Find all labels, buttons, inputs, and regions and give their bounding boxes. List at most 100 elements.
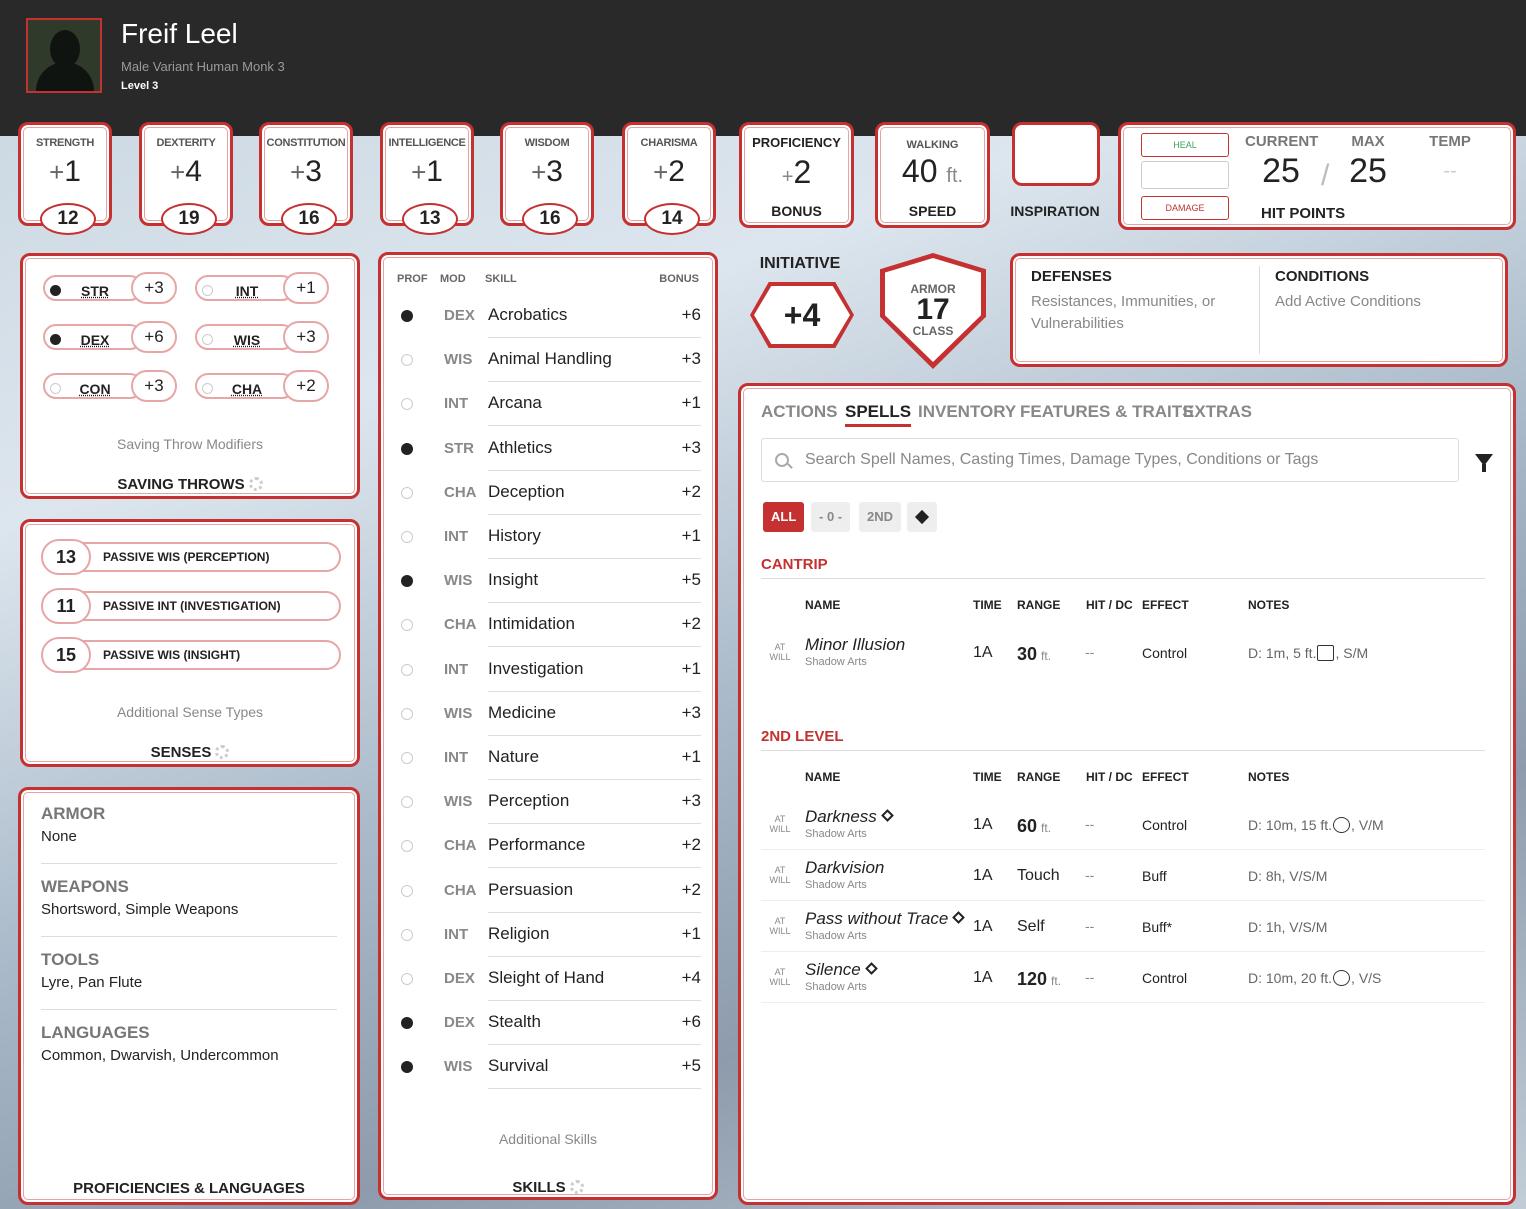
armor-class-shield[interactable]: ARMOR 17 CLASS xyxy=(880,253,986,369)
tab-extras[interactable]: EXTRAS xyxy=(1183,402,1252,422)
character-name[interactable]: Freif Leel xyxy=(121,18,238,50)
passive-sense-row[interactable]: 13 PASSIVE WIS (PERCEPTION) xyxy=(41,539,341,575)
filter-concentration[interactable] xyxy=(907,502,937,532)
proficiency-heading: WEAPONS xyxy=(41,877,129,896)
skill-ability: CHA xyxy=(444,837,477,855)
damage-button[interactable]: DAMAGE xyxy=(1141,196,1229,220)
skill-row[interactable]: CHA Persuasion +2 xyxy=(401,869,701,913)
saving-throw-str[interactable]: STR +3 xyxy=(43,272,177,304)
spell-name[interactable]: Silence xyxy=(805,960,878,980)
ability-modifier-value: 1 xyxy=(64,155,81,188)
skill-row[interactable]: CHA Intimidation +2 xyxy=(401,603,701,648)
skill-row[interactable]: WIS Perception +3 xyxy=(401,780,701,825)
spell-row[interactable]: AT WILL Minor Illusion Shadow Arts 1A 30 ft. --… xyxy=(761,628,1485,678)
ability-modifier: +2 xyxy=(625,155,713,189)
hp-adjust-input[interactable] xyxy=(1141,161,1229,189)
skill-row[interactable]: INT Religion +1 xyxy=(401,913,701,957)
spell-row[interactable]: AT WILL Pass without Trace Shadow Arts 1A Sel… xyxy=(761,902,1485,952)
passive-sense-row[interactable]: 15 PASSIVE WIS (INSIGHT) xyxy=(41,637,341,673)
saving-throw-cha[interactable]: CHA +2 xyxy=(195,370,329,402)
ability-dexterity[interactable]: DEXTERITY +4 19 xyxy=(139,122,233,235)
skill-row[interactable]: WIS Medicine +3 xyxy=(401,692,701,736)
proficiency-section-weapons[interactable]: WEAPONS Shortsword, Simple Weapons xyxy=(41,877,337,937)
saving-throws-title[interactable]: SAVING THROWS xyxy=(23,476,357,493)
ability-intelligence[interactable]: INTELLIGENCE +1 13 xyxy=(380,122,474,235)
filter-cantrip[interactable]: - 0 - xyxy=(811,502,851,532)
skill-row[interactable]: INT Arcana +1 xyxy=(401,382,701,427)
ability-wisdom[interactable]: WISDOM +3 16 xyxy=(500,122,594,235)
spell-row[interactable]: AT WILL Darkness Shadow Arts 1A 60 ft. -- Contro… xyxy=(761,800,1485,850)
proficiency-text: Common, Dwarvish, Undercommon xyxy=(41,1047,279,1064)
gear-icon[interactable] xyxy=(215,745,230,759)
spell-row[interactable]: AT WILL Darkvision Shadow Arts 1A Touch -- Buff… xyxy=(761,851,1485,901)
saving-throw-dex[interactable]: DEX +6 xyxy=(43,321,177,353)
skill-row[interactable]: WIS Survival +5 xyxy=(401,1045,701,1090)
tab-inventory[interactable]: INVENTORY xyxy=(918,402,1016,422)
spell-row[interactable]: AT WILL Silence Shadow Arts 1A 120 ft. -- Contro… xyxy=(761,953,1485,1003)
filter-all[interactable]: ALL xyxy=(763,502,805,532)
proficiencies-title[interactable]: PROFICIENCIES & LANGUAGES xyxy=(21,1180,357,1197)
skill-ability: WIS xyxy=(444,793,473,811)
ability-score[interactable]: 16 xyxy=(522,203,578,235)
proficiency-section-languages[interactable]: LANGUAGES Common, Dwarvish, Undercommon xyxy=(41,1023,337,1083)
skill-row[interactable]: INT Investigation +1 xyxy=(401,648,701,692)
ability-label: CHARISMA xyxy=(640,137,698,149)
saving-throw-con[interactable]: CON +3 xyxy=(43,370,177,402)
spell-name[interactable]: Minor Illusion xyxy=(805,635,905,655)
ability-score[interactable]: 19 xyxy=(161,203,217,235)
skill-row[interactable]: WIS Animal Handling +3 xyxy=(401,338,701,383)
skill-row[interactable]: STR Athletics +3 xyxy=(401,427,701,471)
spell-name[interactable]: Darkvision xyxy=(805,858,884,878)
senses-title[interactable]: SENSES xyxy=(23,744,357,761)
skill-bonus: +1 xyxy=(681,923,701,943)
skill-row[interactable]: CHA Performance +2 xyxy=(401,824,701,869)
tab-features-traits[interactable]: FEATURES & TRAITS xyxy=(1020,402,1193,422)
current-hp-value[interactable]: 25 xyxy=(1245,152,1317,191)
spell-source: Shadow Arts xyxy=(805,656,867,668)
skill-row[interactable]: CHA Deception +2 xyxy=(401,471,701,515)
heal-button[interactable]: HEAL xyxy=(1141,133,1229,157)
defenses-section[interactable]: DEFENSES Resistances, Immunities, or Vul… xyxy=(1031,268,1241,335)
saving-throw-value: +2 xyxy=(283,370,329,402)
skill-row[interactable]: DEX Acrobatics +6 xyxy=(401,294,701,338)
tab-actions[interactable]: ACTIONS xyxy=(761,402,838,422)
proficiency-section-armor[interactable]: ARMOR None xyxy=(41,804,337,864)
filter-2nd[interactable]: 2ND xyxy=(859,502,902,532)
skill-bonus: +2 xyxy=(681,879,701,899)
gear-icon[interactable] xyxy=(569,1180,584,1194)
skill-row[interactable]: INT History +1 xyxy=(401,515,701,559)
filter-icon[interactable] xyxy=(1475,454,1493,472)
spell-column-notes: NOTES xyxy=(1248,770,1290,784)
proficiency-section-tools[interactable]: TOOLS Lyre, Pan Flute xyxy=(41,950,337,1010)
saving-throw-value: +3 xyxy=(131,370,177,402)
skill-row[interactable]: INT Nature +1 xyxy=(401,736,701,780)
gear-icon[interactable] xyxy=(248,477,263,491)
spell-name[interactable]: Darkness xyxy=(805,807,894,827)
skill-row[interactable]: DEX Stealth +6 xyxy=(401,1001,701,1046)
saving-throw-wis[interactable]: WIS +3 xyxy=(195,321,329,353)
tab-spells[interactable]: SPELLS xyxy=(845,402,912,427)
spell-hit-dc: -- xyxy=(1085,644,1095,660)
character-avatar[interactable] xyxy=(26,18,102,93)
ability-score[interactable]: 13 xyxy=(402,203,458,235)
ability-strength[interactable]: STRENGTH +1 12 xyxy=(18,122,112,235)
inspiration-toggle[interactable] xyxy=(1012,122,1100,186)
ability-score[interactable]: 14 xyxy=(644,203,700,235)
conditions-section[interactable]: CONDITIONS Add Active Conditions xyxy=(1275,268,1495,313)
spell-time: 1A xyxy=(973,918,993,935)
ability-constitution[interactable]: CONSTITUTION +3 16 xyxy=(259,122,353,235)
ability-score[interactable]: 12 xyxy=(40,203,96,235)
spell-notes: D: 1m, 5 ft., S/M xyxy=(1248,645,1369,661)
temp-hp-value[interactable]: -- xyxy=(1419,160,1481,183)
saving-throw-int[interactable]: INT +1 xyxy=(195,272,329,304)
ability-charisma[interactable]: CHARISMA +2 14 xyxy=(622,122,716,235)
ability-score[interactable]: 16 xyxy=(281,203,337,235)
spell-search-input[interactable]: Search Spell Names, Casting Times, Damag… xyxy=(761,438,1459,482)
skills-title[interactable]: SKILLS xyxy=(381,1179,715,1196)
spell-name[interactable]: Pass without Trace xyxy=(805,909,966,929)
passive-sense-row[interactable]: 11 PASSIVE INT (INVESTIGATION) xyxy=(41,588,341,624)
skill-row[interactable]: WIS Insight +5 xyxy=(401,559,701,604)
hit-points-label: HIT POINTS xyxy=(1261,205,1346,222)
skill-name: Acrobatics xyxy=(488,305,568,324)
skill-row[interactable]: DEX Sleight of Hand +4 xyxy=(401,957,701,1001)
